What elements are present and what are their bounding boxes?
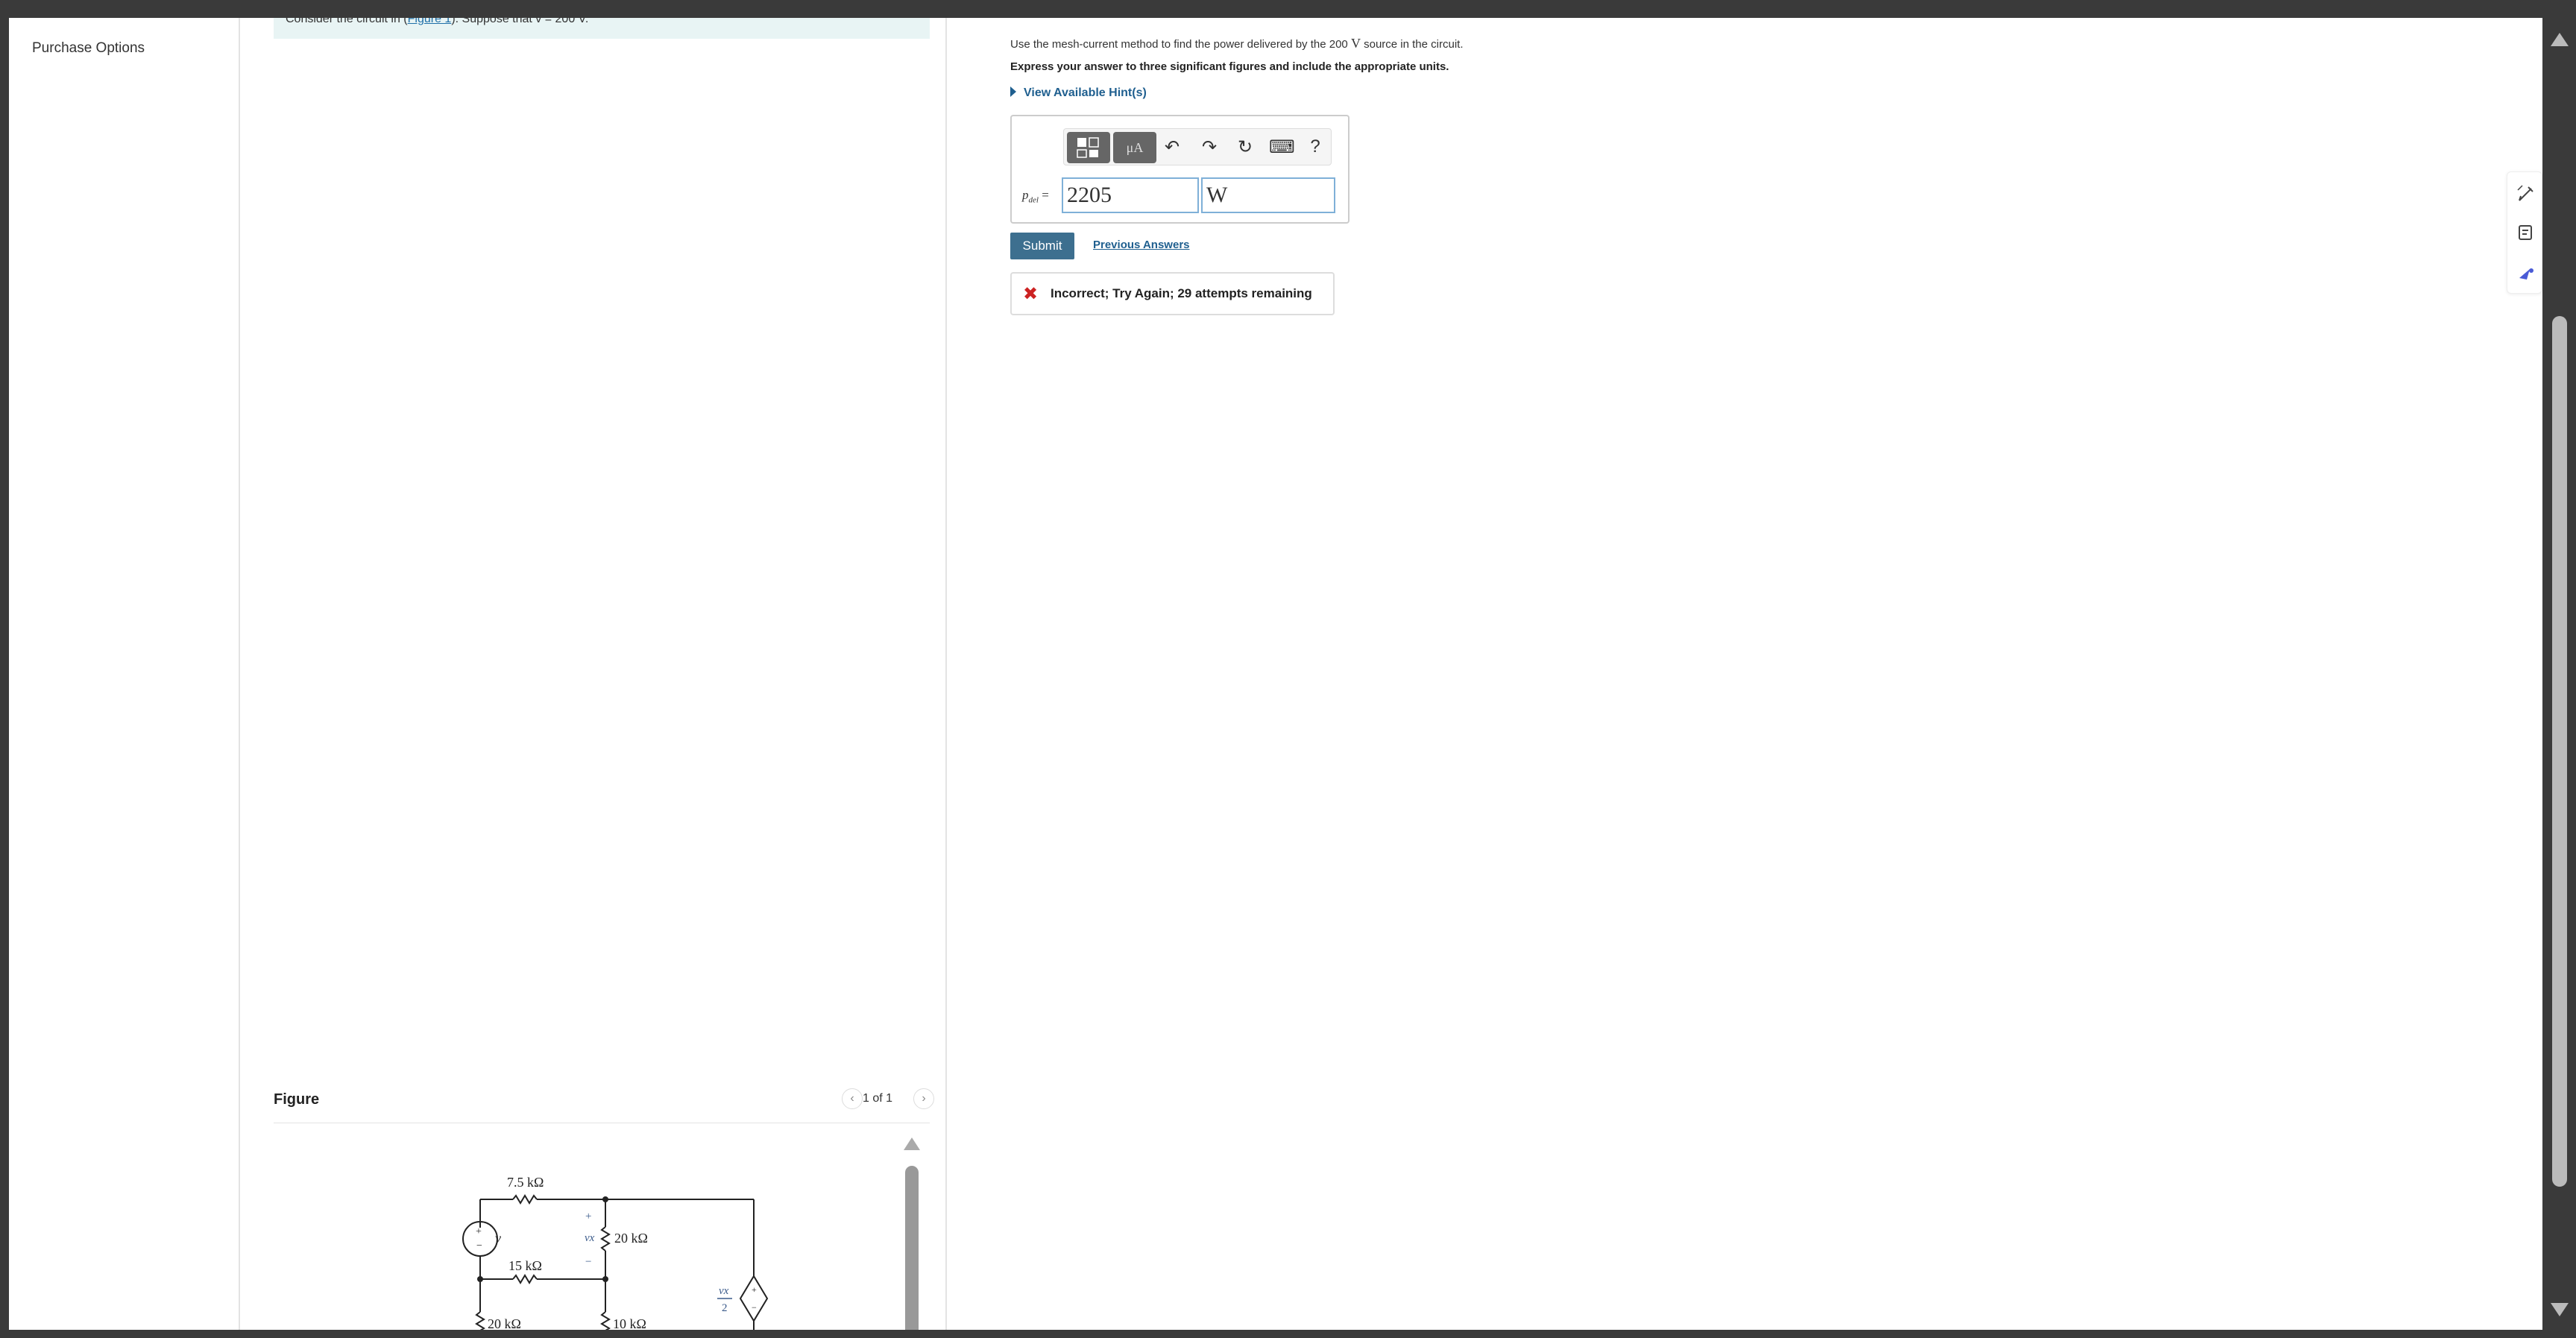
problem-pane: Consider the circuit in (Figure 1). Supp…	[242, 18, 947, 1330]
scroll-up-icon[interactable]	[2551, 33, 2569, 46]
label-20k-left: 20 kΩ	[488, 1316, 521, 1330]
previous-answers-link[interactable]: Previous Answers	[1093, 239, 1190, 251]
answer-box: μA ↶ ↷ ↻ ⌨ ? pdel = 2205 W	[1010, 115, 1350, 224]
figure-scroll-up-icon[interactable]	[904, 1137, 920, 1150]
label-dep-den: 2	[722, 1302, 728, 1314]
scrollbar-thumb[interactable]	[2552, 316, 2567, 1187]
variable-p: p	[1022, 188, 1029, 202]
problem-intro: Consider the circuit in (Figure 1). Supp…	[274, 18, 930, 39]
figure-counter: 1 of 1	[863, 1092, 893, 1105]
intro-prefix: Consider the circuit in (	[286, 18, 408, 25]
hints-label: View Available Hint(s)	[1024, 86, 1147, 99]
figure-next-button[interactable]: ›	[913, 1088, 934, 1109]
resistor-20k-left	[475, 1311, 485, 1330]
scroll-down-icon[interactable]	[2551, 1303, 2569, 1316]
label-vx-plus: +	[585, 1211, 591, 1222]
label-7-5k: 7.5 kΩ	[507, 1175, 544, 1190]
unit-input[interactable]: W	[1201, 177, 1335, 213]
label-10k: 10 kΩ	[613, 1316, 646, 1330]
dep-plus: +	[752, 1284, 757, 1295]
undo-icon[interactable]: ↶	[1161, 136, 1183, 158]
label-dep-num: vx	[719, 1285, 729, 1297]
left-nav: Purchase Options	[9, 18, 240, 1330]
annotate-icon[interactable]	[2516, 184, 2536, 203]
question-prefix: Use the mesh-current method to find the …	[1010, 38, 1348, 51]
resistor-20k-center	[600, 1226, 611, 1252]
resistor-15k	[512, 1274, 538, 1284]
value-input[interactable]: 2205	[1062, 177, 1199, 213]
templates-icon[interactable]	[1067, 132, 1110, 163]
dep-minus: −	[752, 1302, 757, 1313]
ai-assist-icon[interactable]	[2516, 265, 2536, 284]
figure-scrollbar-thumb[interactable]	[905, 1166, 919, 1330]
page-scrollbar[interactable]	[2542, 18, 2576, 1338]
feedback-box: ✖ Incorrect; Try Again; 29 attempts rema…	[1010, 272, 1335, 315]
incorrect-icon: ✖	[1023, 284, 1039, 304]
units-button[interactable]: μA	[1113, 132, 1156, 163]
reset-icon[interactable]: ↻	[1234, 136, 1256, 158]
circuit-diagram: 7.5 kΩ 20 kΩ 15 kΩ 20 kΩ 10 kΩ v vx + − …	[462, 1175, 769, 1330]
part-question: Use the mesh-current method to find the …	[1010, 36, 1464, 51]
math-toolbar: μA ↶ ↷ ↻ ⌨ ?	[1063, 128, 1332, 165]
question-unit: V	[1350, 36, 1361, 51]
figure-title: Figure	[274, 1091, 320, 1108]
resistor-7-5k	[512, 1194, 538, 1205]
keyboard-icon[interactable]: ⌨	[1269, 136, 1295, 158]
content-frame: Purchase Options Consider the circuit in…	[9, 18, 2542, 1330]
source-plus: +	[476, 1226, 482, 1237]
feedback-message: Incorrect; Try Again; 29 attempts remain…	[1051, 286, 1312, 300]
source-minus: −	[476, 1240, 482, 1252]
question-suffix: source in the circuit.	[1364, 38, 1464, 51]
side-tools	[2507, 171, 2542, 294]
answer-pane: Use the mesh-current method to find the …	[948, 18, 2514, 1330]
label-source-v: v	[495, 1231, 501, 1246]
view-hints-link[interactable]: View Available Hint(s)	[1010, 86, 1147, 100]
label-15k: 15 kΩ	[508, 1258, 542, 1273]
variable-sub: del	[1028, 195, 1039, 205]
notes-icon[interactable]	[2516, 223, 2536, 242]
help-icon[interactable]: ?	[1304, 136, 1326, 157]
label-vx: vx	[585, 1232, 595, 1244]
redo-icon[interactable]: ↷	[1198, 136, 1221, 158]
dependent-source-icon	[739, 1275, 769, 1322]
answer-instruction: Express your answer to three significant…	[1010, 60, 1449, 73]
expand-triangle-icon	[1010, 86, 1016, 97]
browser-top-bar	[0, 0, 2576, 18]
figure-prev-button[interactable]: ‹	[842, 1088, 863, 1109]
intro-suffix: ). Suppose that v = 200 V.	[451, 18, 589, 25]
label-20k-center: 20 kΩ	[614, 1231, 648, 1246]
figure-link[interactable]: Figure 1	[408, 18, 452, 25]
resistor-10k	[600, 1311, 611, 1330]
submit-button[interactable]: Submit	[1010, 233, 1074, 259]
equals-sign: =	[1042, 188, 1049, 202]
answer-variable: pdel =	[1022, 188, 1049, 204]
label-vx-minus: −	[585, 1256, 591, 1268]
purchase-options-link[interactable]: Purchase Options	[32, 40, 145, 57]
